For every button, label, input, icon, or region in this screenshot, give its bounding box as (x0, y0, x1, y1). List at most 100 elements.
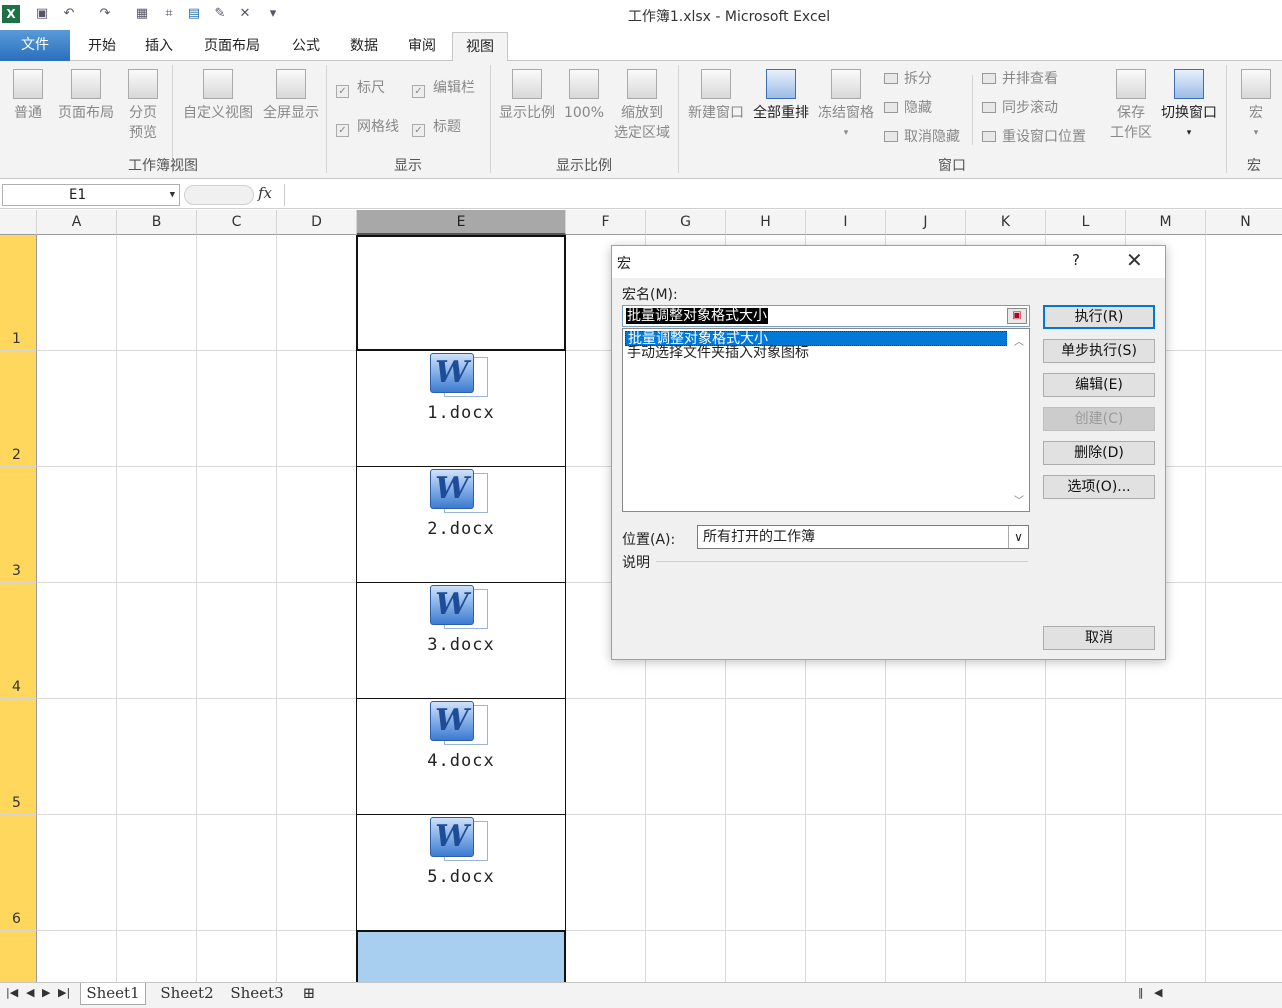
column-header[interactable]: C (197, 210, 277, 235)
macro-name-input[interactable]: 批量调整对象格式大小 ▣ (622, 305, 1030, 327)
save-workspace-button[interactable]: 保存 工作区 (1106, 69, 1156, 143)
normal-view-button[interactable]: 普通 (8, 69, 48, 123)
tab-insert[interactable]: 插入 (134, 32, 184, 61)
tab-formulas[interactable]: 公式 (280, 32, 332, 61)
zoom-button[interactable]: 显示比例 (496, 69, 558, 123)
macros-button[interactable]: 宏 ▾ (1234, 69, 1278, 143)
close-icon[interactable]: ✕ (1126, 248, 1143, 272)
column-header[interactable]: A (37, 210, 117, 235)
cell-e3[interactable]: W 2.docx (356, 466, 566, 583)
scroll-down-icon[interactable]: ﹀ (1014, 492, 1024, 507)
cell-e7[interactable] (356, 930, 566, 982)
column-header[interactable]: F (566, 210, 646, 235)
headings-checkbox[interactable]: ✓ 标题 (412, 118, 461, 137)
cell-e4[interactable]: W 3.docx (356, 582, 566, 699)
tab-view[interactable]: 视图 (452, 32, 508, 62)
insert-function-icon[interactable]: fx (258, 184, 272, 202)
hide-button[interactable]: 隐藏 (884, 99, 932, 117)
row-header[interactable]: 2 (0, 351, 37, 467)
macro-list[interactable]: 批量调整对象格式大小 手动选择文件夹插入对象图标 ︿ ﹀ (622, 328, 1030, 512)
row-header[interactable]: 1 (0, 235, 37, 351)
options-button[interactable]: 选项(O)... (1043, 475, 1155, 499)
split-button[interactable]: 拆分 (884, 70, 932, 88)
location-select[interactable]: 所有打开的工作簿 ∨ (697, 525, 1029, 549)
prev-sheet-icon[interactable]: ◀ (26, 986, 34, 999)
active-cell-e1[interactable] (356, 235, 566, 351)
embedded-word-object[interactable]: W 2.docx (357, 467, 565, 539)
unhide-button[interactable]: 取消隐藏 (884, 128, 960, 146)
ruler-checkbox[interactable]: ✓ 标尺 (336, 79, 385, 98)
column-header[interactable]: N (1206, 210, 1282, 235)
formula-expander[interactable] (184, 185, 254, 205)
chevron-down-icon[interactable]: ▼ (170, 185, 175, 205)
last-sheet-icon[interactable]: ▶| (58, 986, 70, 999)
row-header[interactable]: 4 (0, 583, 37, 699)
sheet-tab-sheet1[interactable]: Sheet1 (80, 983, 146, 1005)
view-side-by-side-button[interactable]: 并排查看 (982, 70, 1058, 88)
column-header[interactable]: K (966, 210, 1046, 235)
zoom-100-button[interactable]: 100% (562, 69, 606, 123)
freeze-panes-button[interactable]: 冻结窗格 ▾ (814, 69, 878, 143)
list-item[interactable]: 手动选择文件夹插入对象图标 (625, 346, 1007, 361)
formula-input[interactable] (284, 184, 1282, 206)
sheet-tab-sheet2[interactable]: Sheet2 (154, 983, 220, 1005)
row-header[interactable]: 3 (0, 467, 37, 583)
column-header[interactable]: J (886, 210, 966, 235)
zoom-to-selection-button[interactable]: 缩放到 选定区域 (610, 69, 674, 143)
gridlines-checkbox[interactable]: ✓ 网格线 (336, 118, 399, 137)
embedded-word-object[interactable]: W 5.docx (357, 815, 565, 887)
ref-picker-icon[interactable]: ▣ (1007, 308, 1027, 324)
tab-split-handle[interactable]: ‖ (1138, 986, 1144, 999)
delete-button[interactable]: 删除(D) (1043, 441, 1155, 465)
cell-e2[interactable]: W 1.docx (356, 350, 566, 467)
list-scrollbar[interactable]: ︿ ﹀ (1009, 329, 1029, 511)
cancel-button[interactable]: 取消 (1043, 626, 1155, 650)
insert-sheet-icon[interactable]: ⊞ (296, 983, 322, 1005)
tab-file[interactable]: 文件 (0, 30, 70, 61)
scroll-up-icon[interactable]: ︿ (1014, 333, 1024, 348)
new-window-button[interactable]: 新建窗口 (684, 69, 748, 123)
tab-home[interactable]: 开始 (76, 32, 128, 61)
embedded-word-object[interactable]: W 3.docx (357, 583, 565, 655)
run-button[interactable]: 执行(R) (1043, 305, 1155, 329)
switch-windows-button[interactable]: 切换窗口 ▾ (1158, 69, 1220, 143)
help-icon[interactable]: ? (1072, 251, 1080, 269)
cell-e6[interactable]: W 5.docx (356, 814, 566, 931)
page-layout-button[interactable]: 页面布局 (54, 69, 118, 123)
select-all-corner[interactable] (0, 210, 37, 235)
arrange-all-button[interactable]: 全部重排 (750, 69, 812, 123)
step-into-button[interactable]: 单步执行(S) (1043, 339, 1155, 363)
scroll-left-icon[interactable]: ◀ (1154, 986, 1162, 999)
tab-data[interactable]: 数据 (338, 32, 390, 61)
tab-page-layout[interactable]: 页面布局 (192, 32, 272, 61)
list-item[interactable]: 批量调整对象格式大小 (625, 331, 1007, 347)
sync-scroll-button[interactable]: 同步滚动 (982, 99, 1058, 117)
chevron-down-icon[interactable]: ∨ (1008, 526, 1028, 548)
column-header[interactable]: I (806, 210, 886, 235)
column-header[interactable]: G (646, 210, 726, 235)
row-header[interactable]: 6 (0, 815, 37, 931)
edit-button[interactable]: 编辑(E) (1043, 373, 1155, 397)
custom-views-button[interactable]: 自定义视图 (178, 69, 258, 123)
page-break-preview-button[interactable]: 分页 预览 (122, 69, 164, 143)
column-header[interactable]: D (277, 210, 357, 235)
column-header[interactable]: B (117, 210, 197, 235)
reset-window-position-button[interactable]: 重设窗口位置 (982, 128, 1086, 146)
row-header[interactable] (0, 931, 37, 982)
row-header[interactable]: 5 (0, 699, 37, 815)
column-header[interactable]: L (1046, 210, 1126, 235)
column-header[interactable]: H (726, 210, 806, 235)
name-box[interactable]: E1 ▼ (2, 184, 180, 206)
sheet-tab-sheet3[interactable]: Sheet3 (224, 983, 290, 1005)
embedded-word-object[interactable]: W 1.docx (357, 351, 565, 423)
embedded-word-object[interactable]: W 4.docx (357, 699, 565, 771)
first-sheet-icon[interactable]: |◀ (6, 986, 18, 999)
fullscreen-button[interactable]: 全屏显示 (258, 69, 324, 123)
cell-e5[interactable]: W 4.docx (356, 698, 566, 815)
column-header-selected[interactable]: E (357, 210, 566, 235)
macro-name-label: 宏名(M): (622, 287, 678, 303)
column-header[interactable]: M (1126, 210, 1206, 235)
tab-review[interactable]: 审阅 (396, 32, 448, 61)
next-sheet-icon[interactable]: ▶ (42, 986, 50, 999)
formula-bar-checkbox[interactable]: ✓ 编辑栏 (412, 79, 475, 98)
